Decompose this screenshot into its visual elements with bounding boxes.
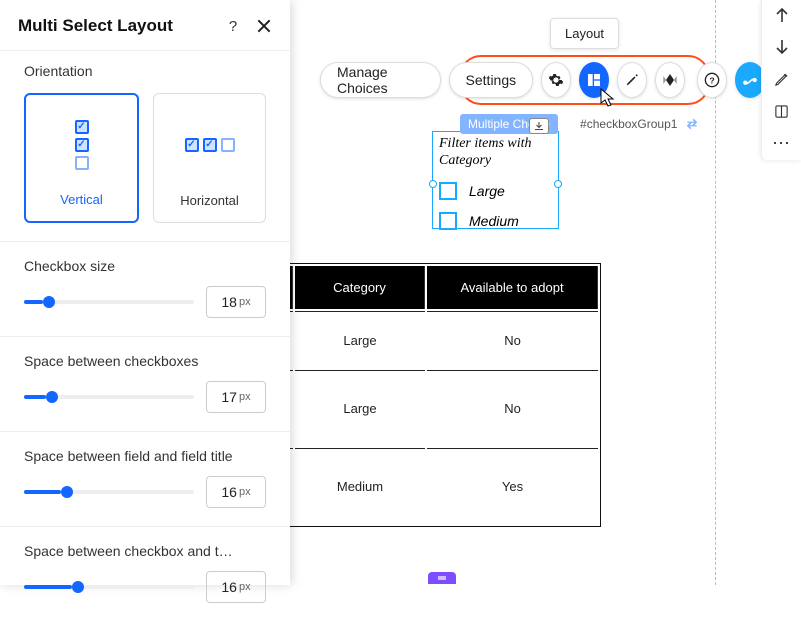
resize-handle-right[interactable] [554, 180, 562, 188]
move-down-icon[interactable] [770, 38, 794, 56]
reverse-icon[interactable] [683, 116, 701, 132]
design-icon[interactable] [617, 62, 647, 98]
settings-button[interactable]: Settings [449, 62, 534, 98]
close-icon[interactable] [256, 18, 272, 34]
more-icon[interactable]: ⋯ [770, 134, 794, 152]
table-cell: Large [295, 311, 425, 368]
checkbox-size-section: Checkbox size 18px [0, 241, 290, 336]
element-id: #checkboxGroup1 [580, 117, 677, 131]
element-label-row: Multiple Choice #checkboxGroup1 [460, 114, 701, 134]
bottom-handle[interactable] [428, 572, 456, 584]
table-header: Category [295, 266, 425, 309]
space-field-title-label: Space between field and field title [24, 448, 266, 464]
space-field-title-input[interactable]: 16px [206, 476, 266, 508]
layout-tooltip: Layout [550, 18, 619, 49]
space-between-checkboxes-input[interactable]: 17px [206, 381, 266, 413]
checkbox-group-title: Filter items with Category [433, 132, 558, 176]
checkbox-icon [185, 138, 199, 152]
table-cell: Medium [295, 448, 425, 524]
checkbox-option-label: Medium [469, 213, 519, 229]
checkbox-option-label: Large [469, 183, 505, 199]
space-checkbox-text-input[interactable]: 16px [206, 571, 266, 603]
checkbox-option[interactable]: Large [433, 176, 558, 206]
pencil-icon[interactable] [770, 70, 794, 88]
panel-title: Multi Select Layout [18, 16, 224, 36]
animation-icon[interactable] [655, 62, 685, 98]
orientation-horizontal[interactable]: Horizontal [153, 93, 266, 223]
checkbox-group-element[interactable]: Filter items with Category Large Medium [432, 131, 559, 229]
move-up-icon[interactable] [770, 6, 794, 24]
orientation-horizontal-label: Horizontal [180, 193, 239, 208]
space-checkbox-text-slider[interactable] [24, 585, 194, 589]
orientation-vertical[interactable]: Vertical [24, 93, 139, 223]
resize-handle-left[interactable] [429, 180, 437, 188]
checkbox-icon [75, 120, 89, 134]
element-toolbar: Manage Choices Settings ? [320, 62, 765, 98]
checkbox-icon [221, 138, 235, 152]
element-action-chip[interactable] [529, 118, 549, 134]
right-toolbar: ⋯ [761, 0, 801, 160]
table-cell: No [427, 311, 598, 368]
help-icon[interactable]: ? [697, 62, 727, 98]
checkbox-size-input[interactable]: 18px [206, 286, 266, 318]
table-cell: Yes [427, 448, 598, 524]
orientation-vertical-label: Vertical [60, 192, 103, 207]
orientation-section: Orientation Vertical Horizontal [0, 50, 290, 241]
checkbox-icon[interactable] [439, 182, 457, 200]
space-checkbox-text-label: Space between checkbox and t… [24, 543, 266, 559]
space-field-title-section: Space between field and field title 16px [0, 431, 290, 526]
mouse-cursor [600, 88, 618, 111]
manage-choices-button[interactable]: Manage Choices [320, 62, 441, 98]
checkbox-icon [75, 138, 89, 152]
checkbox-icon[interactable] [439, 212, 457, 230]
panel-help-icon[interactable]: ? [224, 18, 242, 35]
space-between-checkboxes-section: Space between checkboxes 17px [0, 336, 290, 431]
layout-panel: Multi Select Layout ? Orientation Vertic… [0, 0, 290, 585]
space-between-checkboxes-label: Space between checkboxes [24, 353, 266, 369]
svg-text:?: ? [710, 75, 715, 85]
checkbox-icon [75, 156, 89, 170]
checkbox-size-label: Checkbox size [24, 258, 266, 274]
space-between-checkboxes-slider[interactable] [24, 395, 194, 399]
gear-icon[interactable] [541, 62, 571, 98]
checkbox-option[interactable]: Medium [433, 206, 558, 236]
space-field-title-slider[interactable] [24, 490, 194, 494]
orientation-label: Orientation [24, 63, 266, 79]
table-cell: No [427, 370, 598, 446]
space-checkbox-text-section: Space between checkbox and t… 16px [0, 526, 290, 621]
layout-split-icon[interactable] [770, 102, 794, 120]
table-cell: Large [295, 370, 425, 446]
checkbox-size-slider[interactable] [24, 300, 194, 304]
checkbox-icon [203, 138, 217, 152]
table-header: Available to adopt [427, 266, 598, 309]
